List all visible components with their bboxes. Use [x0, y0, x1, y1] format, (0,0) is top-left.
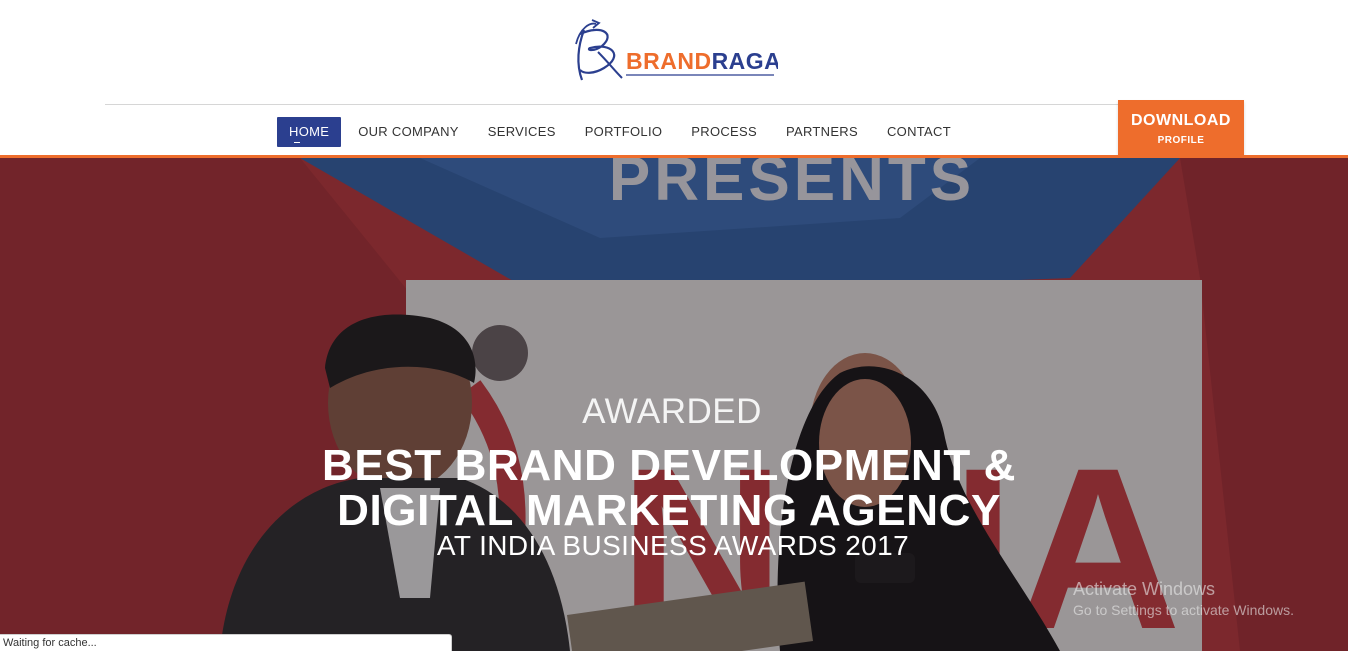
brand-logo[interactable]: BRANDRAGA	[572, 16, 778, 86]
nav-item-process[interactable]: PROCESS	[679, 117, 769, 147]
nav-item-portfolio[interactable]: PORTFOLIO	[573, 117, 675, 147]
nav-item-home[interactable]: HOME	[277, 117, 342, 147]
browser-status-bar: Waiting for cache...	[0, 634, 452, 651]
hero-headline-line1: BEST BRAND DEVELOPMENT &	[322, 441, 1016, 490]
hero-subline: AT INDIA BUSINESS AWARDS 2017	[436, 530, 910, 561]
watermark-title: Activate Windows	[1073, 579, 1216, 599]
download-profile-button[interactable]: DOWNLOAD PROFILE	[1118, 100, 1244, 163]
download-button-label: DOWNLOAD	[1131, 112, 1231, 129]
page: BRANDRAGA HOME OUR COMPANY SERVICES PORT…	[0, 0, 1348, 651]
watermark-subtitle: Go to Settings to activate Windows.	[1073, 602, 1294, 618]
nav-item-partners[interactable]: PARTNERS	[774, 117, 870, 147]
hero-kicker: AWARDED	[582, 392, 762, 431]
nav-item-our-company[interactable]: OUR COMPANY	[346, 117, 471, 147]
nav-item-services[interactable]: SERVICES	[476, 117, 568, 147]
download-button-sublabel: PROFILE	[1157, 135, 1205, 146]
site-header: BRANDRAGA HOME OUR COMPANY SERVICES PORT…	[0, 0, 1348, 163]
header-divider	[105, 104, 1243, 105]
nav-item-contact[interactable]: CONTACT	[875, 117, 963, 147]
hero-headline-line2: DIGITAL MARKETING AGENCY	[337, 486, 1001, 535]
br-monogram-arrow-icon: BRANDRAGA	[575, 19, 778, 81]
svg-text:BRANDRAGA: BRANDRAGA	[626, 48, 778, 74]
windows-activation-watermark: Activate Windows Go to Settings to activ…	[1073, 578, 1294, 620]
main-nav: HOME OUR COMPANY SERVICES PORTFOLIO PROC…	[277, 117, 968, 147]
hero-banner: PRESENTS NDIA AWARDED BEST BRAND DEVELOP…	[0, 158, 1348, 651]
